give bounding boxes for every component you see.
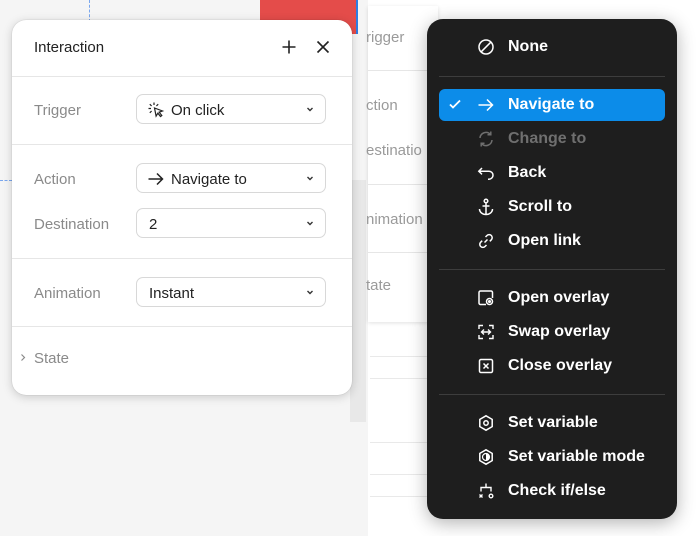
variable-mode-icon	[477, 448, 495, 466]
animation-section: Animation Instant	[12, 258, 352, 327]
bg-action-label: ction	[366, 97, 398, 114]
divider	[368, 184, 430, 185]
menu-item-back[interactable]: Back	[439, 157, 665, 189]
animation-value: Instant	[149, 285, 195, 302]
panel-title: Interaction	[34, 39, 105, 56]
plus-icon[interactable]	[278, 36, 300, 58]
layout-guide	[89, 0, 90, 22]
destination-label: Destination	[34, 216, 110, 233]
menu-item-set-variable[interactable]: Set variable	[439, 407, 665, 439]
trigger-section: Trigger On click	[12, 76, 352, 145]
click-icon	[147, 101, 165, 119]
trigger-select[interactable]: On click	[136, 94, 326, 124]
variable-icon	[477, 414, 495, 432]
divider	[368, 252, 430, 253]
state-label: State	[34, 350, 70, 367]
interaction-panel: Interaction Trigger On click Action Navi…	[12, 20, 352, 395]
action-label: Action	[34, 171, 76, 188]
bg-destination-label: estinatio	[366, 142, 422, 159]
none-icon	[477, 38, 495, 56]
animation-label: Animation	[34, 285, 101, 302]
back-icon	[477, 164, 495, 182]
menu-divider	[439, 269, 665, 270]
divider	[370, 356, 430, 357]
menu-item-label: Open overlay	[508, 289, 610, 306]
action-value: Navigate to	[171, 171, 247, 188]
menu-item-label: Back	[508, 164, 547, 181]
menu-item-open-link[interactable]: Open link	[439, 225, 665, 257]
menu-item-label: Check if/else	[508, 482, 606, 499]
menu-item-check-if-else[interactable]: Check if/else	[439, 475, 665, 507]
divider	[370, 496, 430, 497]
menu-item-swap-overlay[interactable]: Swap overlay	[439, 316, 665, 348]
menu-item-set-variable-mode[interactable]: Set variable mode	[439, 441, 665, 473]
layout-guide	[0, 180, 12, 181]
conditional-icon	[477, 482, 495, 500]
canvas-area	[350, 180, 366, 422]
change-icon	[477, 130, 495, 148]
bg-state-label: tate	[366, 277, 392, 294]
menu-item-label: Swap overlay	[508, 323, 611, 340]
panel-header: Interaction	[12, 20, 352, 77]
menu-item-label: Set variable mode	[508, 448, 645, 465]
destination-select[interactable]: 2	[136, 208, 326, 238]
bg-trigger-label: rigger	[366, 29, 405, 46]
bg-animation-label: nimation	[366, 211, 423, 228]
menu-item-label: Open link	[508, 232, 581, 249]
chevron-down-icon	[305, 287, 315, 297]
menu-divider	[439, 394, 665, 395]
trigger-value: On click	[171, 102, 225, 119]
menu-item-scroll-to[interactable]: Scroll to	[439, 191, 665, 223]
action-dropdown-menu: None Navigate to Change to Back Scroll t…	[427, 19, 677, 519]
state-toggle[interactable]: State	[12, 345, 352, 373]
divider	[370, 474, 430, 475]
menu-item-navigate-to[interactable]: Navigate to	[439, 89, 665, 121]
menu-divider	[439, 76, 665, 77]
menu-item-open-overlay[interactable]: Open overlay	[439, 282, 665, 314]
chevron-down-icon	[305, 218, 315, 228]
open-overlay-icon	[477, 289, 495, 307]
menu-item-label: Close overlay	[508, 357, 613, 374]
checkmark-icon	[447, 96, 463, 112]
chevron-down-icon	[305, 173, 315, 183]
divider	[370, 442, 430, 443]
close-icon[interactable]	[312, 36, 334, 58]
close-overlay-icon	[477, 357, 495, 375]
menu-item-label: Set variable	[508, 414, 598, 431]
chevron-right-icon	[20, 353, 26, 362]
action-select[interactable]: Navigate to	[136, 163, 326, 193]
menu-item-close-overlay[interactable]: Close overlay	[439, 350, 665, 382]
menu-item-label: Navigate to	[508, 96, 595, 113]
arrow-right-icon	[477, 96, 495, 114]
animation-select[interactable]: Instant	[136, 277, 326, 307]
anchor-icon	[477, 198, 495, 216]
action-section: Action Navigate to Destination 2	[12, 144, 352, 259]
menu-item-label: None	[508, 38, 548, 55]
chevron-down-icon	[305, 104, 315, 114]
divider	[370, 378, 430, 379]
arrow-right-icon	[147, 170, 165, 188]
link-icon	[477, 232, 495, 250]
swap-overlay-icon	[477, 323, 495, 341]
menu-item-change-to: Change to	[439, 123, 665, 155]
trigger-label: Trigger	[34, 102, 81, 119]
menu-item-label: Change to	[508, 130, 587, 147]
menu-item-none[interactable]: None	[439, 31, 665, 63]
divider	[368, 70, 430, 71]
menu-item-label: Scroll to	[508, 198, 573, 215]
destination-value: 2	[149, 216, 158, 233]
